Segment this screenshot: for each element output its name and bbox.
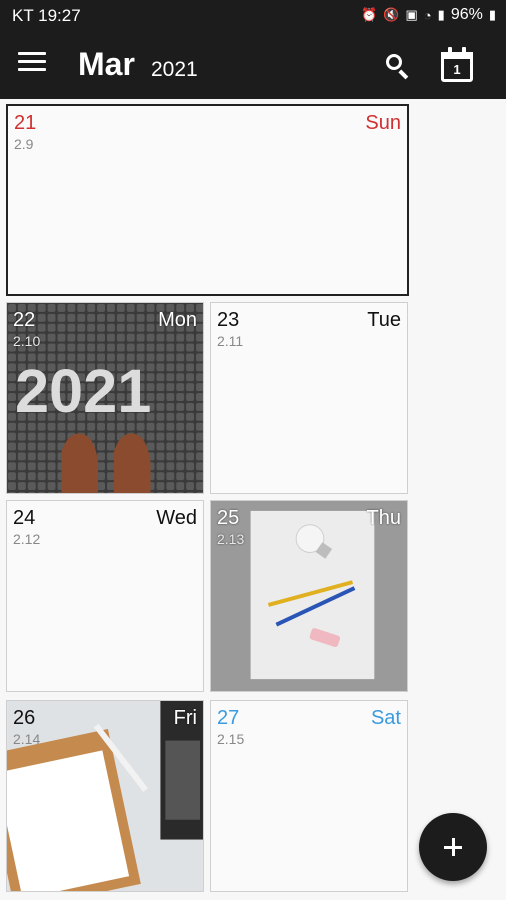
- day-cell-22[interactable]: 2021 22 2.10 Mon: [6, 302, 204, 494]
- lunar-date: 2.12: [13, 531, 41, 547]
- day-cell-26[interactable]: 26 2.14 Fri: [6, 700, 204, 892]
- day-number: 27: [217, 707, 240, 729]
- day-number: 23: [217, 309, 240, 331]
- lunar-date: 2.15: [217, 731, 245, 747]
- add-event-button[interactable]: [419, 813, 487, 881]
- status-bar: KT 19:27 ⏰ 🔇 ▣ ◔ ▮ 96% ▮: [0, 0, 506, 30]
- mute-icon: 🔇: [383, 7, 400, 22]
- day-number: 25: [217, 507, 240, 529]
- battery-icon: ▮: [488, 7, 496, 22]
- lunar-date: 2.11: [217, 333, 244, 349]
- photo-text: 2021: [15, 357, 151, 426]
- year-title: 2021: [151, 58, 198, 81]
- alarm-icon: ⏰: [361, 7, 378, 22]
- day-number: 22: [13, 309, 36, 331]
- status-icons: ⏰ 🔇 ▣ ◔ ▮ 96% ▮: [361, 6, 496, 24]
- lunar-date: 2.10: [13, 333, 41, 349]
- weekday-label: Sat: [370, 707, 401, 729]
- calendar-today-icon[interactable]: 1: [441, 47, 473, 82]
- day-cell-21[interactable]: 21 2.9 Sun: [6, 104, 409, 296]
- weekday-label: Thu: [366, 507, 401, 529]
- day-cell-23[interactable]: 23 2.11 Tue: [210, 302, 408, 494]
- search-icon[interactable]: [384, 52, 412, 80]
- day-cell-27[interactable]: 27 2.15 Sat: [210, 700, 408, 892]
- lunar-date: 2.9: [14, 136, 34, 152]
- nfc-icon: ▣: [405, 7, 418, 22]
- app-bar: Mar 2021 1: [0, 30, 506, 99]
- day-number: 26: [13, 707, 36, 729]
- day-cell-25[interactable]: 25 2.13 Thu: [210, 500, 408, 692]
- battery-level: 96%: [450, 6, 483, 23]
- hamburger-menu-icon[interactable]: [18, 52, 46, 78]
- lunar-date: 2.14: [13, 731, 41, 747]
- weekday-label: Mon: [158, 309, 197, 331]
- wifi-icon: ◔: [423, 7, 432, 23]
- month-title: Mar: [78, 46, 135, 82]
- day-number: 21: [14, 112, 37, 134]
- day-number: 24: [13, 507, 36, 529]
- signal-icon: ▮: [437, 7, 445, 22]
- weekday-label: Wed: [156, 507, 197, 529]
- carrier-time: KT 19:27: [12, 6, 81, 25]
- weekday-label: Sun: [365, 112, 401, 134]
- weekday-label: Tue: [367, 309, 401, 331]
- lunar-date: 2.13: [217, 531, 245, 547]
- day-cell-24[interactable]: 24 2.12 Wed: [6, 500, 204, 692]
- weekday-label: Fri: [173, 707, 197, 729]
